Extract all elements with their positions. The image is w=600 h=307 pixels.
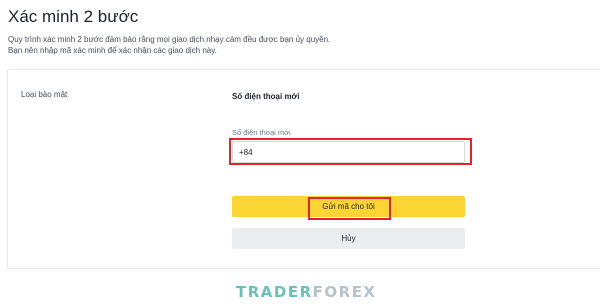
watermark-logo: TRADERFOREX (236, 283, 377, 301)
watermark-part-2: FOREX (312, 283, 377, 301)
phone-field-label: Số điện thoại mới (232, 128, 291, 137)
phone-number-input[interactable] (232, 141, 465, 163)
page-description: Quy trình xác minh 2 bước đảm bảo rằng m… (8, 34, 330, 56)
description-line-2: Bạn nên nhập mã xác minh để xác nhận các… (8, 46, 217, 55)
cancel-button[interactable]: Hủy (232, 228, 465, 249)
watermark-part-1: TRADER (236, 283, 313, 301)
page-title: Xác minh 2 bước (8, 7, 139, 26)
send-code-button[interactable]: Gửi mã cho tôi (232, 196, 465, 217)
section-heading: Số điện thoại mới (232, 92, 300, 101)
description-line-1: Quy trình xác minh 2 bước đảm bảo rằng m… (8, 35, 331, 44)
security-type-label: Loại bảo mật (21, 90, 68, 99)
